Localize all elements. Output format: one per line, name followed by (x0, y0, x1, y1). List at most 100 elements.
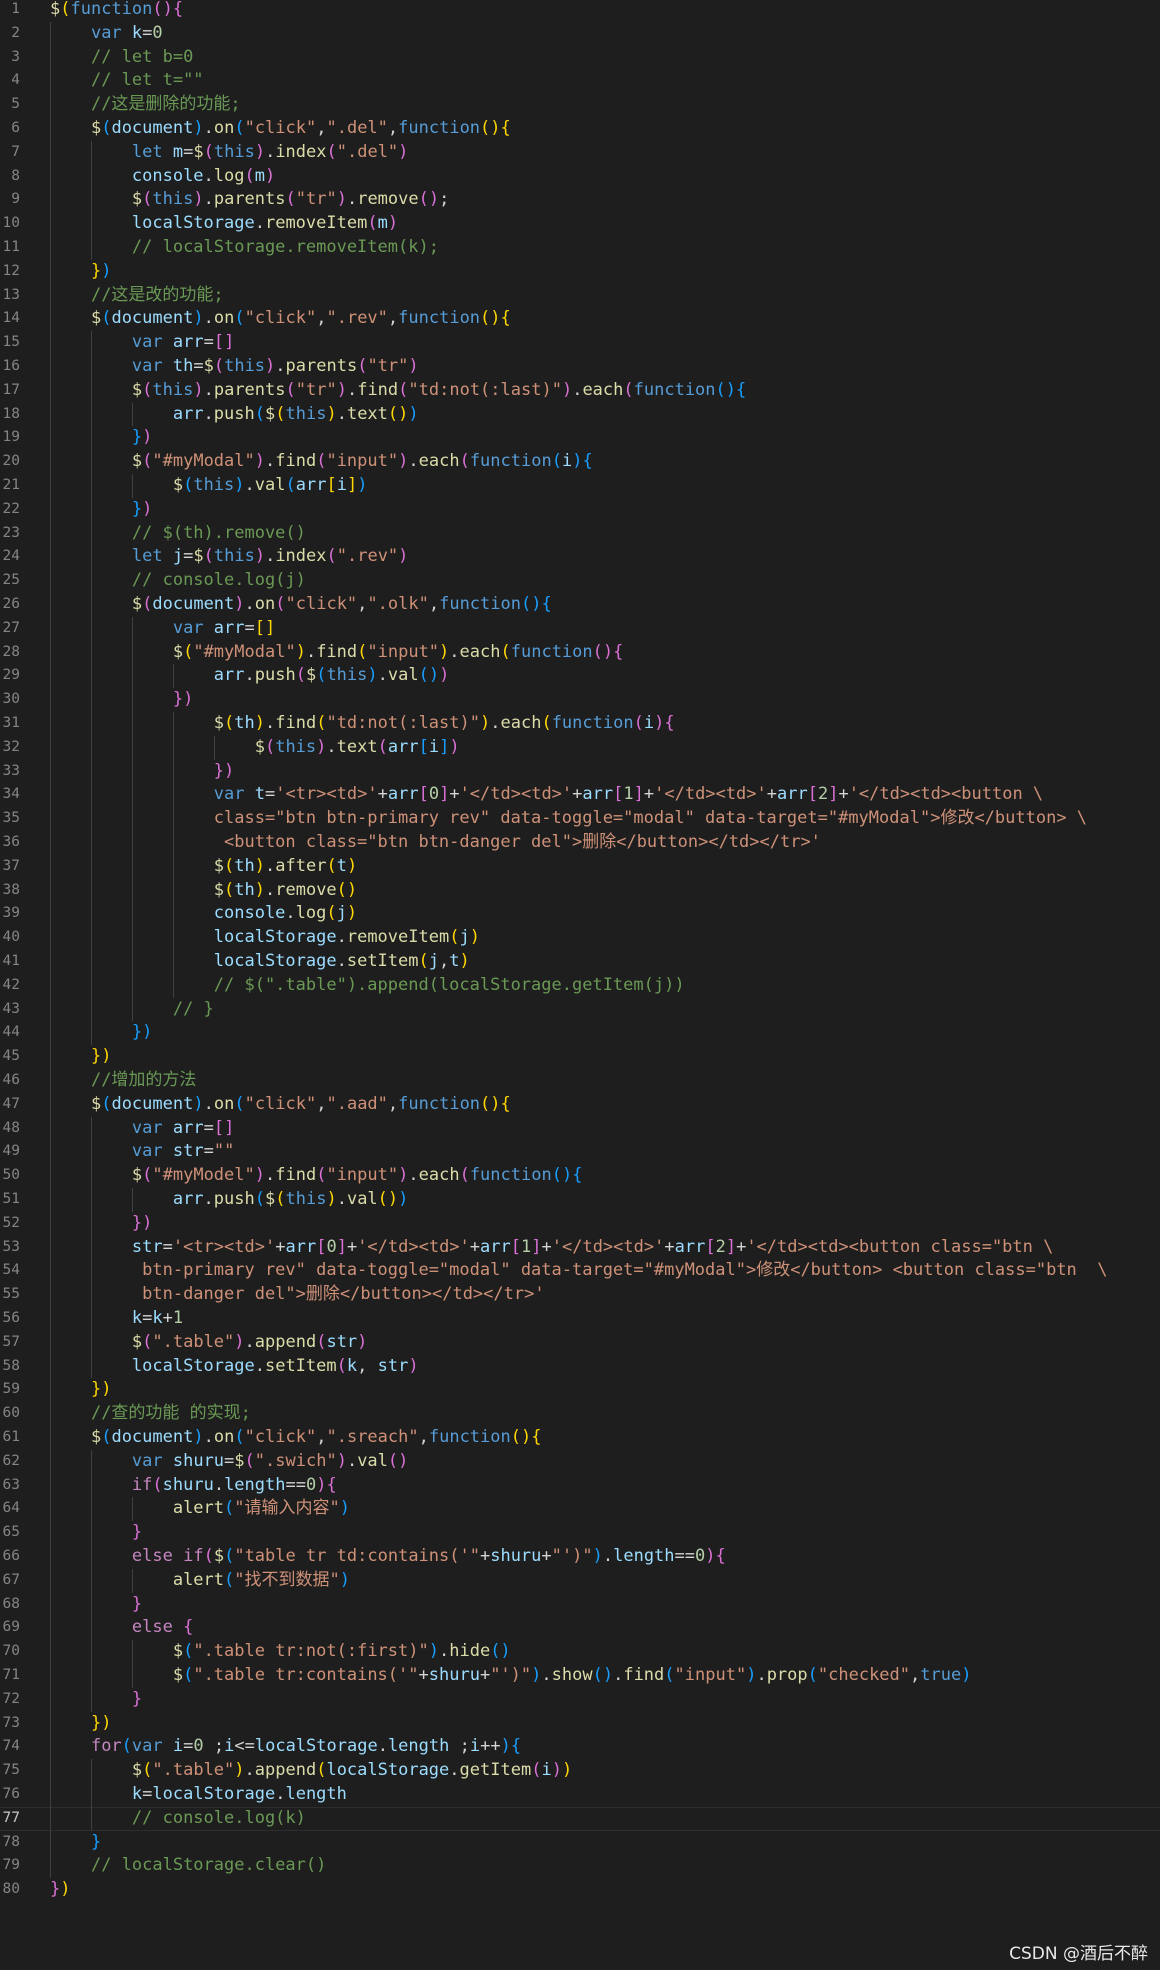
code-line[interactable]: 46 //增加的方法 (0, 1069, 1160, 1093)
code-line[interactable]: 33 }) (0, 759, 1160, 784)
code-line[interactable]: 10 localStorage.removeItem(m) (0, 212, 1160, 236)
code-line[interactable]: 29 arr.push($(this).val()) (0, 664, 1160, 689)
code-line[interactable]: 37 $(th).after(t) (0, 854, 1160, 879)
code-line[interactable]: 39 console.log(j) (0, 902, 1160, 927)
code-line[interactable]: 68 } (0, 1592, 1160, 1617)
code-line[interactable]: 26 $(document).on("click",".olk",functio… (0, 593, 1160, 617)
code-line[interactable]: 44 }) (0, 1021, 1160, 1046)
code-token: ( (234, 1427, 245, 1447)
code-line[interactable]: 9 $(this).parents("tr").remove(); (0, 188, 1160, 213)
code-text: <button class="btn btn-danger del">删除</b… (50, 831, 821, 855)
code-line[interactable]: 56 k=k+1 (0, 1307, 1160, 1331)
code-line[interactable]: 40 localStorage.removeItem(j) (0, 926, 1160, 950)
code-line[interactable]: 41 localStorage.setItem(j,t) (0, 950, 1160, 974)
code-line[interactable]: 75 $(".table").append(localStorage.getIt… (0, 1759, 1160, 1783)
code-token: { (572, 1165, 583, 1186)
code-line[interactable]: 35 class="btn btn-primary rev" data-togg… (0, 807, 1160, 831)
code-line[interactable]: 61 $(document).on("click",".sreach",func… (0, 1426, 1160, 1450)
code-line[interactable]: 65 } (0, 1521, 1160, 1545)
code-line[interactable]: 51 arr.push($(this).val()) (0, 1188, 1160, 1212)
code-line[interactable]: 5 //这是删除的功能; (0, 93, 1160, 117)
code-line[interactable]: 77 // console.log(k) (0, 1806, 1160, 1831)
code-line[interactable]: 50 $("#myModel").find("input").each(func… (0, 1164, 1160, 1188)
code-line[interactable]: 67 alert("找不到数据") (0, 1568, 1160, 1593)
code-line[interactable]: 21 $(this).val(arr[i]) (0, 474, 1160, 498)
code-token: each (459, 641, 501, 662)
code-line[interactable]: 48 var arr=[] (0, 1116, 1160, 1141)
line-number: 17 (2, 381, 20, 398)
code-line[interactable]: 54 btn-primary rev" data-toggle="modal" … (0, 1259, 1160, 1284)
code-line[interactable]: 24 let j=$(this).index(".rev") (0, 545, 1160, 570)
code-line[interactable]: 20 $("#myModal").find("input").each(func… (0, 450, 1160, 474)
code-line[interactable]: 27 var arr=[] (0, 616, 1160, 641)
code-line[interactable]: 73 }) (0, 1711, 1160, 1736)
code-line[interactable]: 6 $(document).on("click",".del",function… (0, 117, 1160, 141)
code-line[interactable]: 14 $(document).on("click",".rev",functio… (0, 307, 1160, 332)
code-line[interactable]: 59 }) (0, 1378, 1160, 1403)
code-line[interactable]: 58 localStorage.setItem(k, str) (0, 1354, 1160, 1379)
code-line[interactable]: 42 // $(".table").append(localStorage.ge… (0, 973, 1160, 998)
code-token: this (326, 665, 368, 686)
code-line[interactable]: 76 k=localStorage.length (0, 1783, 1160, 1807)
code-text: $(document).on("click",".sreach",functio… (50, 1426, 542, 1450)
code-line[interactable]: 11 // localStorage.removeItem(k); (0, 236, 1160, 260)
code-line[interactable]: 71 $(".table tr:contains('"+shuru+"')").… (0, 1664, 1160, 1688)
code-token: index (275, 141, 327, 162)
code-line[interactable]: 1 $(function(){ (0, 0, 1160, 22)
code-line[interactable]: 57 $(".table").append(str) (0, 1330, 1160, 1355)
code-line[interactable]: 2 var k=0 (0, 21, 1160, 46)
code-line[interactable]: 72 } (0, 1687, 1160, 1712)
code-line[interactable]: 19 }) (0, 426, 1160, 451)
code-token: $ (90, 1427, 102, 1447)
code-line[interactable]: 53 str='<tr><td>'+arr[0]+'</td><td>'+arr… (0, 1235, 1160, 1260)
line-number: 14 (2, 310, 20, 327)
code-line[interactable]: 16 var th=$(this).parents("tr") (0, 355, 1160, 379)
code-line[interactable]: 32 $(this).text(arr[i]) (0, 735, 1160, 760)
code-line[interactable]: 80}) (0, 1878, 1160, 1902)
code-token: ) (367, 665, 378, 686)
code-token: 0 (305, 1474, 317, 1495)
code-line[interactable]: 60 //查的功能 的实现; (0, 1402, 1160, 1426)
code-line[interactable]: 62 var shuru=$(".swich").val() (0, 1449, 1160, 1474)
code-line[interactable]: 28 $("#myModal").find("input").each(func… (0, 640, 1160, 665)
code-line[interactable]: 43 // } (0, 997, 1160, 1022)
code-line[interactable]: 79 // localStorage.clear() (0, 1854, 1160, 1879)
code-line[interactable]: 15 var arr=[] (0, 331, 1160, 355)
code-token: document (111, 1093, 194, 1114)
code-line[interactable]: 38 $(th).remove() (0, 878, 1160, 903)
code-editor[interactable]: 1 $(function(){2 var k=0 3 // let b=0 4 // … (0, 0, 1160, 1970)
code-line[interactable]: 36 <button class="btn btn-danger del">删除… (0, 831, 1160, 855)
code-line[interactable]: 8 console.log(m) (0, 164, 1160, 189)
code-line[interactable]: 47 $(document).on("click",".aad",functio… (0, 1092, 1160, 1117)
code-line[interactable]: 63 if(shuru.length==0){ (0, 1473, 1160, 1498)
line-number: 80 (2, 1881, 20, 1898)
code-line[interactable]: 25 // console.log(j) (0, 569, 1160, 593)
line-number: 31 (2, 715, 20, 731)
code-line[interactable]: 34 var t='<tr><td>'+arr[0]+'</td><td>'+a… (0, 783, 1160, 808)
code-line[interactable]: 18 arr.push($(this).text()) (0, 402, 1160, 427)
code-line[interactable]: 31 $(th).find("td:not(:last)").each(func… (0, 712, 1160, 736)
code-line[interactable]: 7 let m=$(this).index(".del") (0, 140, 1160, 165)
code-line[interactable]: 78 } (0, 1830, 1160, 1855)
code-line[interactable]: 4 // let t="" (0, 69, 1160, 94)
code-line[interactable]: 69 else { (0, 1616, 1160, 1641)
code-line[interactable]: 17 $(this).parents("tr").find("td:not(:l… (0, 378, 1160, 403)
code-line[interactable]: 64 alert("请输入内容") (0, 1497, 1160, 1522)
code-line[interactable]: 22 }) (0, 497, 1160, 522)
code-line[interactable]: 74 for(var i=0 ;i<=localStorage.length ;… (0, 1735, 1160, 1760)
code-line[interactable]: 23 // $(th).remove() (0, 521, 1160, 546)
code-line[interactable]: 70 $(".table tr:not(:first)").hide() (0, 1640, 1160, 1664)
code-token: } (131, 1593, 143, 1614)
code-line[interactable]: 66 else if($("table tr td:contains('"+sh… (0, 1545, 1160, 1569)
code-line[interactable]: 3 // let b=0 (0, 45, 1160, 70)
code-line[interactable]: 13 //这是改的功能; (0, 283, 1160, 308)
code-line[interactable]: 49 var str="" (0, 1140, 1160, 1165)
code-line[interactable]: 55 btn-danger del">删除</button></td></tr>… (0, 1283, 1160, 1307)
code-line[interactable]: 52 }) (0, 1211, 1160, 1236)
code-line[interactable]: 30 }) (0, 688, 1160, 712)
code-line[interactable]: 12 }) (0, 259, 1160, 284)
code-line[interactable]: 45 }) (0, 1045, 1160, 1069)
